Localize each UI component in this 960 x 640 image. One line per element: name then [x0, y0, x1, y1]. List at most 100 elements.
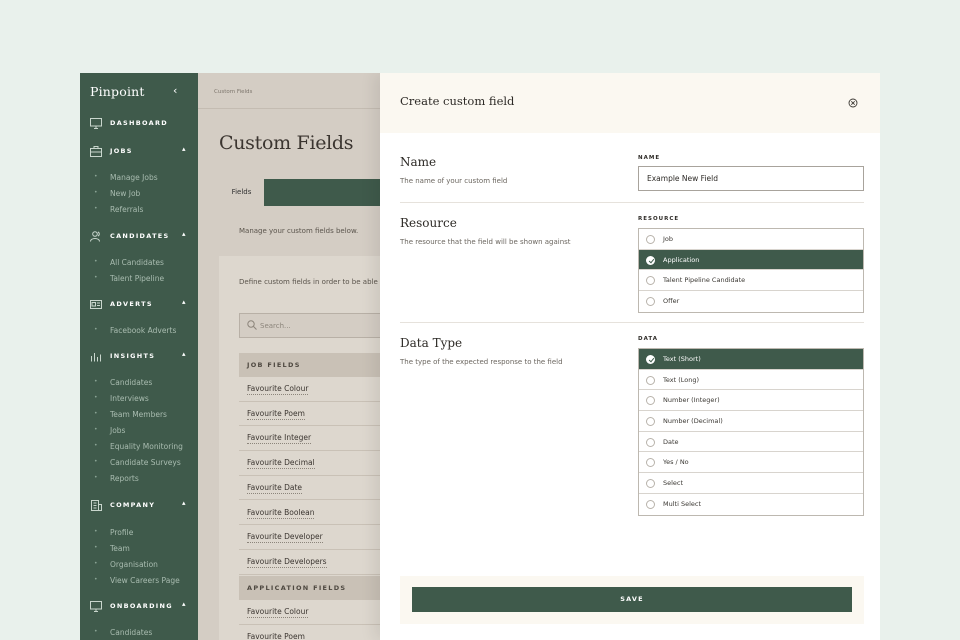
sidebar-subitem-new-job[interactable]: New Job	[94, 189, 140, 198]
sidebar-section-jobs: JOBS ▴	[80, 144, 198, 160]
sidebar-section-dashboard[interactable]: DASHBOARD	[80, 116, 198, 132]
sidebar-subitem-team[interactable]: Team	[94, 544, 130, 553]
data-option-select[interactable]: Select	[639, 473, 863, 494]
resource-section-title: Resource	[400, 216, 457, 230]
breadcrumb[interactable]: Custom Fields	[214, 89, 252, 95]
chevron-up-icon: ▴	[182, 230, 186, 238]
sidebar-section-insights: INSIGHTS ▴	[80, 349, 198, 365]
option-label: Multi Select	[663, 499, 702, 508]
radio-button[interactable]	[646, 297, 655, 307]
sidebar-subitem-referrals[interactable]: Referrals	[94, 205, 143, 214]
sidebar-subitem-manage-jobs[interactable]: Manage Jobs	[94, 173, 158, 182]
data-option-yes-no[interactable]: Yes / No	[639, 452, 863, 474]
close-icon[interactable]	[848, 98, 858, 108]
option-label: Number (Decimal)	[663, 417, 723, 426]
data-option-text-short[interactable]: Text (Short)	[639, 349, 863, 370]
sidebar: Pinpoint ‹ DASHBOARD JOBS ▴ Manage Jobs …	[80, 73, 198, 640]
option-label: Talent Pipeline Candidate	[663, 276, 746, 285]
radio-button[interactable]	[646, 235, 655, 244]
option-label: Application	[663, 255, 700, 264]
option-label: Offer	[663, 297, 680, 306]
drawer-title: Create custom field	[400, 94, 515, 108]
resource-option-application[interactable]: Application	[639, 249, 863, 271]
sidebar-subitem-view-careers-page[interactable]: View Careers Page	[94, 576, 180, 585]
chevron-up-icon: ▴	[182, 145, 186, 153]
sidebar-item-candidates[interactable]: CANDIDATES ▴	[80, 229, 198, 245]
sidebar-item-company[interactable]: COMPANY ▴	[80, 498, 198, 514]
search-icon	[247, 320, 257, 330]
save-button[interactable]: SAVE	[412, 587, 852, 612]
sidebar-subitem-talent-pipeline[interactable]: Talent Pipeline	[94, 274, 164, 283]
monitor-icon	[90, 601, 102, 612]
sidebar-item-adverts[interactable]: ADVERTS ▴	[80, 297, 198, 313]
data-type-section-description: The type of the expected response to the…	[400, 358, 563, 366]
resource-options: Job Application Talent Pipeline Candidat…	[638, 228, 864, 313]
radio-button[interactable]	[646, 458, 655, 468]
users-icon	[90, 231, 100, 242]
sidebar-subitem-interviews[interactable]: Interviews	[94, 394, 149, 403]
sidebar-item-label: JOBS	[110, 147, 133, 155]
collapse-sidebar-icon[interactable]: ‹	[173, 84, 177, 97]
radio-button[interactable]	[646, 375, 655, 385]
sidebar-subitem-reports[interactable]: Reports	[94, 474, 139, 483]
chevron-up-icon: ▴	[182, 298, 186, 306]
sidebar-subitem-team-members[interactable]: Team Members	[94, 410, 167, 419]
radio-button[interactable]	[646, 276, 655, 286]
sidebar-item-onboarding[interactable]: ONBOARDING ▴	[80, 599, 198, 615]
sidebar-subitem-organisation[interactable]: Organisation	[94, 560, 158, 569]
data-option-number-decimal[interactable]: Number (Decimal)	[639, 411, 863, 432]
resource-option-offer[interactable]: Offer	[639, 291, 863, 312]
divider	[400, 322, 864, 323]
option-label: Text (Short)	[663, 355, 701, 363]
create-field-drawer: Create custom field Name The name of you…	[380, 73, 880, 640]
sidebar-section-company: COMPANY ▴	[80, 498, 198, 514]
option-label: Job	[663, 235, 674, 243]
radio-button[interactable]	[646, 479, 655, 489]
sidebar-subitem-facebook-adverts[interactable]: Facebook Adverts	[94, 326, 176, 335]
radio-button[interactable]	[646, 437, 655, 447]
sidebar-item-label: ADVERTS	[110, 300, 153, 308]
sidebar-subitem-candidates[interactable]: Candidates	[94, 378, 152, 387]
radio-checked-icon[interactable]	[646, 355, 655, 364]
advert-icon	[90, 300, 102, 309]
sidebar-item-label: ONBOARDING	[110, 602, 173, 610]
sidebar-section-onboarding: ONBOARDING ▴	[80, 599, 198, 615]
name-section-description: The name of your custom field	[400, 177, 508, 185]
data-option-text-long[interactable]: Text (Long)	[639, 369, 863, 391]
tab-fields[interactable]: Fields	[219, 179, 264, 206]
sidebar-subitem-all-candidates[interactable]: All Candidates	[94, 258, 164, 267]
option-label: Date	[663, 437, 679, 446]
resource-section-description: The resource that the field will be show…	[400, 238, 571, 246]
resource-option-job[interactable]: Job	[639, 229, 863, 250]
sidebar-subitem-onboarding-candidates[interactable]: Candidates	[94, 628, 152, 637]
radio-button[interactable]	[646, 396, 655, 406]
sidebar-item-insights[interactable]: INSIGHTS ▴	[80, 349, 198, 365]
data-type-field-label: DATA	[638, 336, 658, 342]
name-field[interactable]: Example New Field	[638, 166, 864, 191]
building-icon	[91, 500, 102, 511]
radio-button[interactable]	[646, 499, 655, 509]
save-bar: SAVE	[400, 576, 864, 624]
sidebar-subitem-jobs[interactable]: Jobs	[94, 426, 125, 435]
radio-checked-icon[interactable]	[646, 255, 655, 265]
sidebar-item-jobs[interactable]: JOBS ▴	[80, 144, 198, 160]
briefcase-icon	[90, 146, 102, 157]
option-label: Yes / No	[663, 458, 689, 467]
chevron-up-icon: ▴	[182, 499, 186, 507]
data-option-date[interactable]: Date	[639, 431, 863, 453]
sidebar-item-label: COMPANY	[110, 501, 156, 509]
manage-text: Manage your custom fields below.	[239, 227, 359, 235]
data-type-options: Text (Short) Text (Long) Number (Integer…	[638, 348, 864, 516]
data-option-number-integer[interactable]: Number (Integer)	[639, 390, 863, 412]
option-label: Number (Integer)	[663, 396, 720, 405]
bar-chart-icon	[91, 353, 101, 362]
resource-option-talent-pipeline-candidate[interactable]: Talent Pipeline Candidate	[639, 270, 863, 292]
sidebar-subitem-equality-monitoring[interactable]: Equality Monitoring	[94, 442, 183, 451]
drawer-header: Create custom field	[380, 73, 880, 133]
sidebar-item-label: CANDIDATES	[110, 232, 170, 240]
chevron-up-icon: ▴	[182, 600, 186, 608]
sidebar-subitem-profile[interactable]: Profile	[94, 528, 133, 537]
sidebar-subitem-candidate-surveys[interactable]: Candidate Surveys	[94, 458, 181, 467]
data-option-multi-select[interactable]: Multi Select	[639, 493, 863, 515]
radio-button[interactable]	[646, 417, 655, 427]
